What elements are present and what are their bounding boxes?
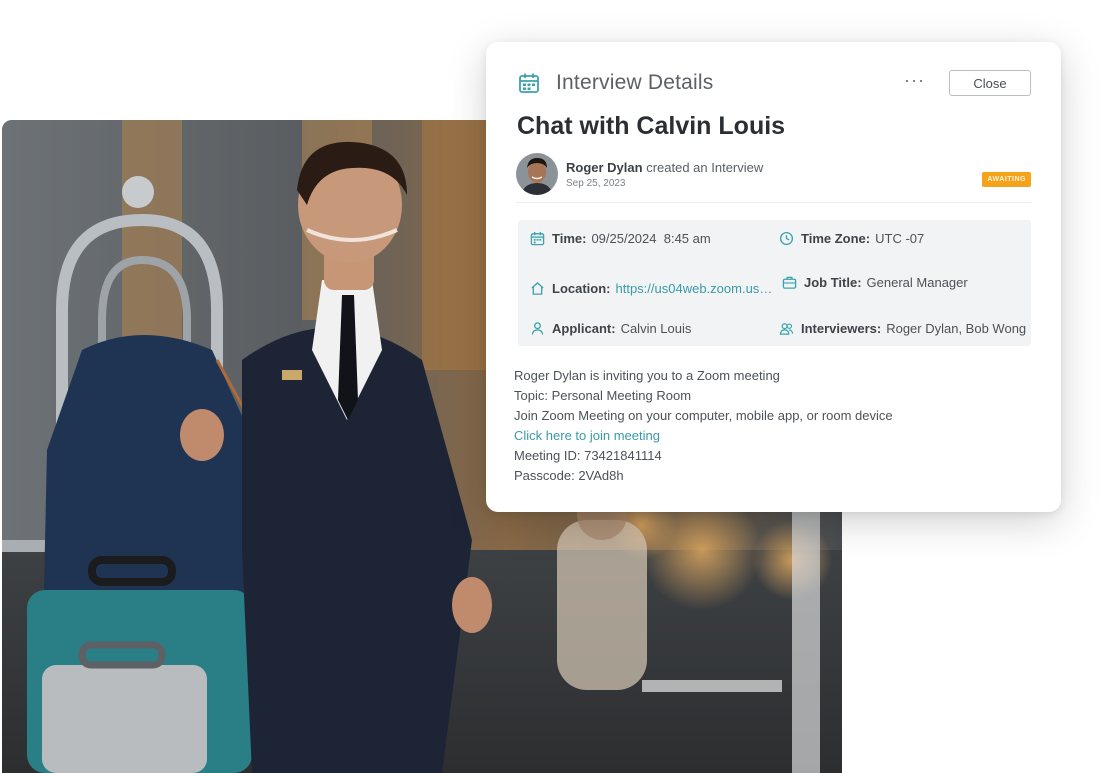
creator-line: Roger Dylan created an Interview <box>566 160 982 175</box>
detail-job-title: Job Title: General Manager <box>782 275 968 290</box>
user-icon <box>531 322 544 335</box>
creator-name[interactable]: Roger Dylan <box>566 160 643 175</box>
time-value: 09/25/2024 8:45 am <box>591 231 711 246</box>
passcode-line: Passcode: 2VAd8h <box>514 468 624 483</box>
join-meeting-link[interactable]: Click here to join meeting <box>514 426 893 446</box>
details-panel: Time: 09/25/2024 8:45 am Time Zone: UTC … <box>518 220 1031 346</box>
creator-info: Roger Dylan created an Interview Sep 25,… <box>566 160 982 189</box>
join-instruction-line: Join Zoom Meeting on your computer, mobi… <box>514 408 893 423</box>
meeting-description: Roger Dylan is inviting you to a Zoom me… <box>514 366 893 486</box>
created-date: Sep 25, 2023 <box>566 177 626 189</box>
job-title-value: General Manager <box>866 275 968 290</box>
page: Interview Details ··· Close Chat with Ca… <box>0 0 1120 773</box>
detail-time-zone: Time Zone: UTC -07 <box>779 231 924 246</box>
creator-row: Roger Dylan created an Interview Sep 25,… <box>516 152 1031 196</box>
close-button[interactable]: Close <box>949 70 1031 96</box>
detail-interviewers: Interviewers: Roger Dylan, Bob Wong <box>779 321 1026 336</box>
applicant-label: Applicant: <box>552 321 616 336</box>
clock-icon <box>779 231 794 246</box>
time-zone-value: UTC -07 <box>875 231 925 246</box>
time-zone-label: Time Zone: <box>801 231 871 246</box>
applicant-value: Calvin Louis <box>620 321 692 336</box>
status-badge: AWAITING <box>982 171 1031 187</box>
interview-title: Chat with Calvin Louis <box>517 112 786 140</box>
time-label: Time: <box>552 231 587 246</box>
detail-location: Location: https://us04web.zoom.us/j... <box>530 281 774 296</box>
home-icon <box>531 282 544 295</box>
calendar-icon <box>519 73 539 93</box>
calendar-icon <box>530 231 545 246</box>
divider <box>516 202 1031 203</box>
detail-time: Time: 09/25/2024 8:45 am <box>530 231 711 246</box>
detail-applicant: Applicant: Calvin Louis <box>530 321 691 336</box>
invite-line: Roger Dylan is inviting you to a Zoom me… <box>514 368 780 383</box>
avatar <box>516 153 558 195</box>
meeting-id-line: Meeting ID: 73421841114 <box>514 448 662 463</box>
more-icon[interactable]: ··· <box>904 71 925 95</box>
topic-line: Topic: Personal Meeting Room <box>514 388 692 403</box>
creator-action: created an Interview <box>646 159 764 175</box>
card-header-title: Interview Details <box>556 71 714 94</box>
interviewers-label: Interviewers: <box>801 321 882 336</box>
users-icon <box>779 323 794 335</box>
interview-details-card: Interview Details ··· Close Chat with Ca… <box>486 42 1061 512</box>
card-header: Interview Details ··· Close <box>518 68 1031 98</box>
location-link[interactable]: https://us04web.zoom.us/j... <box>616 281 774 296</box>
job-title-label: Job Title: <box>804 275 862 290</box>
interviewers-value: Roger Dylan, Bob Wong <box>886 321 1027 336</box>
briefcase-icon <box>782 276 797 289</box>
location-label: Location: <box>552 281 611 296</box>
